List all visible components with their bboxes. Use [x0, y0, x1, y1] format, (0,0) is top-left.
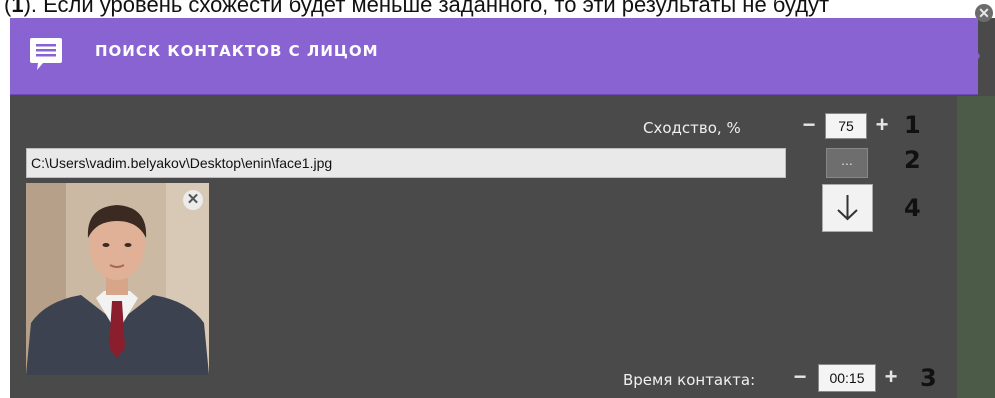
header-arrow	[958, 18, 980, 94]
similarity-label: Сходство, %	[643, 119, 741, 137]
similarity-increment-button[interactable]: +	[872, 114, 892, 136]
file-path-field[interactable]: C:\Users\vadim.belyakov\Desktop\enin\fac…	[26, 148, 786, 178]
remove-photo-icon[interactable]: ✕	[183, 190, 203, 210]
document-text: (1). Если уровень схожести будет меньше …	[4, 0, 830, 17]
arrow-down-icon	[837, 195, 858, 221]
browse-button[interactable]: ...	[826, 148, 868, 178]
callout-1: 1	[904, 111, 921, 139]
similarity-value[interactable]: 75	[825, 113, 867, 139]
callout-3: 3	[920, 364, 937, 392]
similarity-decrement-button[interactable]: −	[799, 114, 819, 136]
contact-time-decrement-button[interactable]: −	[790, 366, 810, 388]
contact-time-label: Время контакта:	[623, 371, 756, 389]
contact-time-value[interactable]: 00:15	[818, 364, 876, 392]
dialog-title: ПОИСК КОНТАКТОВ С ЛИЦОМ	[95, 42, 379, 60]
contact-time-increment-button[interactable]: +	[881, 366, 901, 388]
message-list-icon	[30, 38, 62, 70]
callout-4: 4	[904, 194, 921, 222]
callout-2: 2	[904, 146, 921, 174]
face-photo	[26, 183, 209, 375]
side-panel	[957, 96, 995, 398]
search-down-button[interactable]	[822, 184, 873, 232]
